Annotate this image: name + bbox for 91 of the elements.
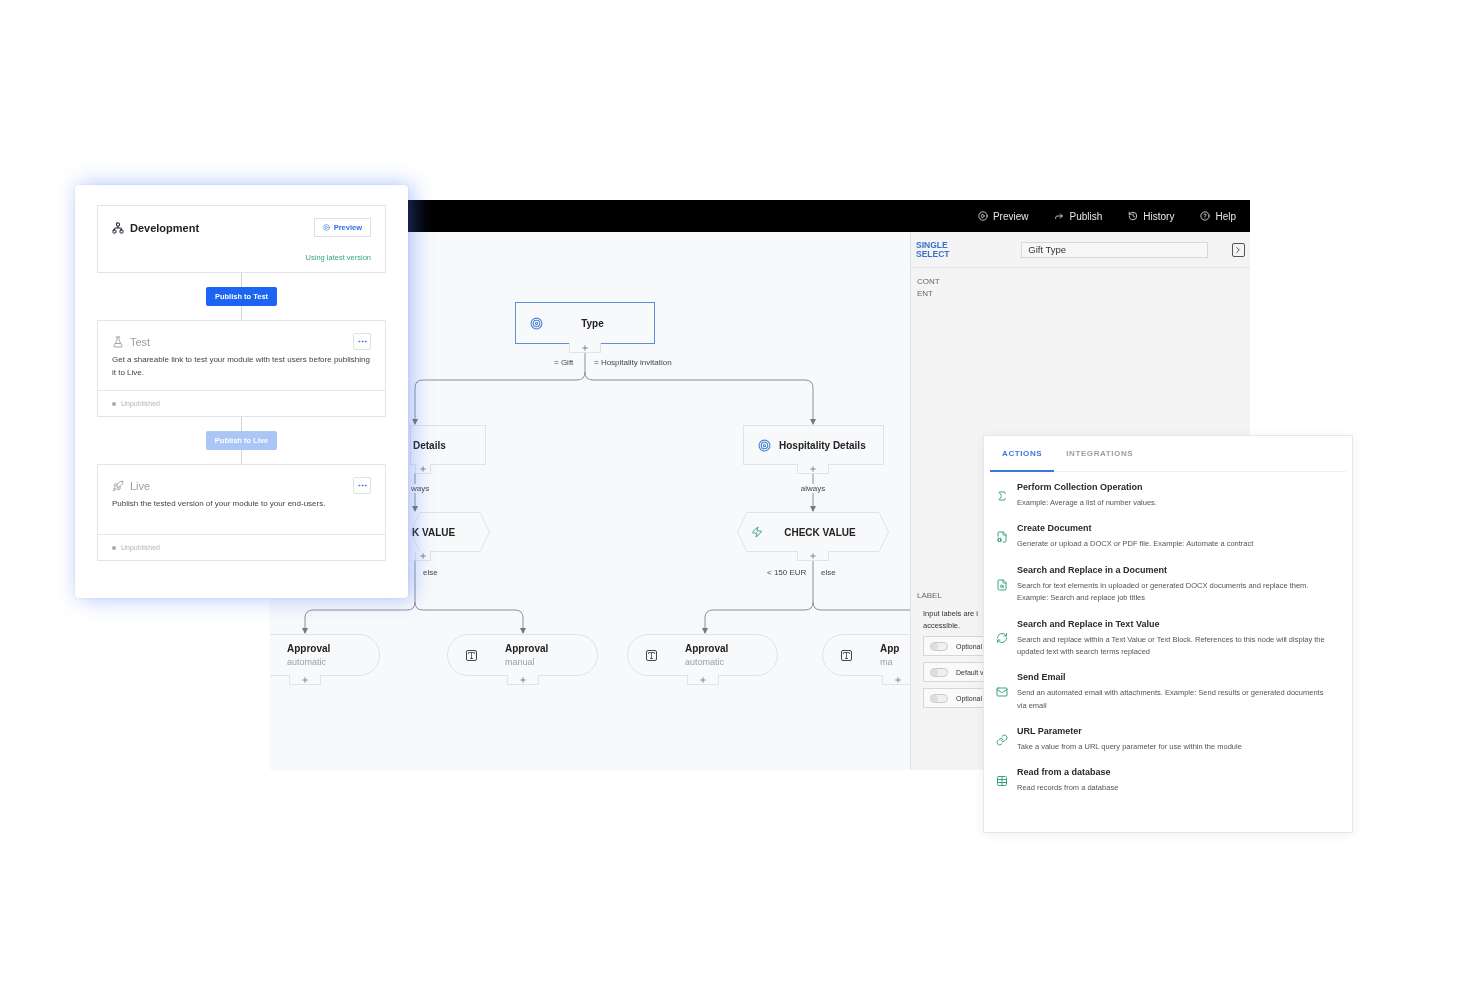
plus-icon xyxy=(301,675,309,684)
edge-label: = Gift xyxy=(552,358,576,367)
edge-label: always xyxy=(798,484,828,493)
question-node[interactable]: Type xyxy=(515,302,655,344)
link-icon[interactable] xyxy=(996,733,1008,746)
node-title: Details xyxy=(413,439,446,451)
stage-description: Get a shareable link to test your module with test users before publishing it to Live. xyxy=(112,354,371,379)
stage-title: Development xyxy=(130,221,200,234)
status-dot xyxy=(112,401,116,406)
check-node[interactable]: CHECK VALUE xyxy=(737,512,889,552)
toolbar-button[interactable]: Publish xyxy=(1054,210,1103,222)
plus-icon xyxy=(894,675,902,684)
refresh-icon[interactable] xyxy=(996,632,1008,645)
node-title: App xyxy=(880,643,900,654)
add-button[interactable] xyxy=(569,343,601,353)
node-title: K VALUE xyxy=(412,526,456,538)
hierarchy-icon xyxy=(112,221,124,234)
node-subtitle: automatic xyxy=(685,657,726,667)
toolbar-button[interactable]: Preview xyxy=(977,210,1029,222)
edge-label: else xyxy=(421,568,440,577)
mail-icon[interactable] xyxy=(996,686,1008,699)
node-title: Approval xyxy=(685,643,729,654)
play-circle-icon xyxy=(322,224,330,231)
add-button[interactable] xyxy=(882,675,910,685)
add-button[interactable] xyxy=(797,551,829,561)
tab[interactable]: ACTIONS xyxy=(990,436,1055,472)
node-subtitle: manual xyxy=(505,657,536,667)
add-button[interactable] xyxy=(415,464,431,474)
check-node[interactable]: K VALUE xyxy=(410,512,490,552)
play-circle-icon xyxy=(977,211,988,221)
history-icon xyxy=(1128,211,1139,221)
edge-label: < 150 EUR xyxy=(765,568,809,577)
action-title[interactable]: Perform Collection Operation xyxy=(1017,482,1157,492)
name-field[interactable]: Gift Type xyxy=(1021,241,1208,258)
approval-node[interactable]: App ma xyxy=(822,634,910,676)
plus-icon xyxy=(419,464,427,473)
rocket-icon xyxy=(112,479,124,492)
more-button[interactable] xyxy=(353,333,371,350)
action-title[interactable]: Read from a database xyxy=(1017,767,1119,778)
table-icon[interactable] xyxy=(996,775,1008,788)
node-title: Approval xyxy=(287,643,331,654)
action-title[interactable]: URL Parameter xyxy=(1017,726,1242,736)
document-search-icon[interactable] xyxy=(996,578,1008,591)
approval-node[interactable]: Approval automatic xyxy=(627,634,778,676)
plus-icon xyxy=(809,464,817,473)
expand-button[interactable] xyxy=(1231,242,1245,257)
document-gear-icon[interactable] xyxy=(996,531,1008,544)
edge-label: else xyxy=(819,568,838,577)
status-dot xyxy=(112,545,116,550)
help-icon xyxy=(1200,211,1211,221)
question-node[interactable]: Hospitality Details xyxy=(743,425,884,465)
field-type-label: SINGLE SELECT xyxy=(916,241,951,258)
section-label: LABEL xyxy=(917,590,943,602)
add-button[interactable] xyxy=(797,464,829,474)
toggle-switch[interactable] xyxy=(930,693,948,703)
plus-icon xyxy=(699,675,707,684)
plus-icon xyxy=(519,675,527,684)
add-button[interactable] xyxy=(415,551,431,561)
node-title: Approval xyxy=(505,643,549,654)
stage-description: Publish the tested version of your module to your end-users. xyxy=(112,498,327,510)
node-title: Type xyxy=(580,317,605,329)
approval-node[interactable]: Approval manual xyxy=(447,634,598,676)
stage-title: Live xyxy=(130,479,151,492)
add-button[interactable] xyxy=(507,675,539,685)
plus-icon xyxy=(809,551,817,560)
toggle-switch[interactable] xyxy=(930,667,948,677)
toolbar-button[interactable]: Help xyxy=(1200,210,1236,222)
toolbar-button[interactable]: History xyxy=(1128,210,1175,222)
section-label: CONTENT xyxy=(917,276,941,300)
toggle-switch[interactable] xyxy=(930,641,948,651)
approval-node[interactable]: Approval automatic xyxy=(270,634,380,676)
edge-label: ways xyxy=(409,484,432,493)
more-button[interactable] xyxy=(353,477,371,494)
stage-title: Test xyxy=(130,335,151,348)
node-title: Hospitality Details xyxy=(779,439,866,451)
add-button[interactable] xyxy=(687,675,719,685)
action-title[interactable]: Search and Replace in Text Value xyxy=(1017,618,1335,629)
share-arrow-icon xyxy=(1054,211,1065,221)
sigma-icon[interactable] xyxy=(996,489,1008,502)
add-button[interactable] xyxy=(289,675,321,685)
node-title: CHECK VALUE xyxy=(783,526,857,538)
action-title[interactable]: Send Email xyxy=(1017,672,1335,683)
edge-label: = Hospitality invitation xyxy=(592,358,674,367)
plus-icon xyxy=(419,551,427,560)
flask-icon xyxy=(112,335,124,348)
node-subtitle: automatic xyxy=(287,657,328,667)
action-title[interactable]: Create Document xyxy=(1017,523,1254,534)
action-title[interactable]: Search and Replace in a Document xyxy=(1017,564,1335,575)
question-node[interactable]: Details xyxy=(410,425,486,465)
plus-icon xyxy=(581,343,589,352)
node-subtitle: ma xyxy=(880,657,894,667)
